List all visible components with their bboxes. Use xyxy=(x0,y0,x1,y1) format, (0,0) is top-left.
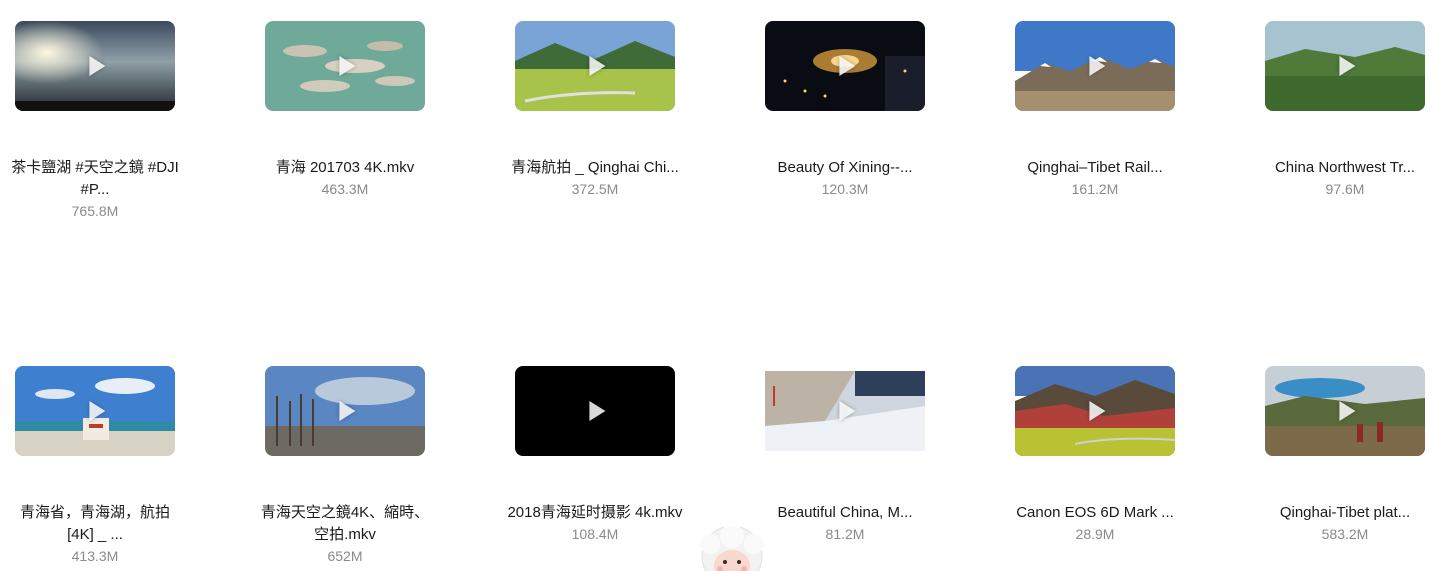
video-card[interactable]: 青海天空之鏡4K、縮時、空拍.mkv 652M xyxy=(250,366,440,564)
file-size: 583.2M xyxy=(1321,526,1369,542)
video-card[interactable]: 青海 201703 4K.mkv 463.3M xyxy=(250,21,440,197)
video-thumbnail[interactable] xyxy=(265,366,425,456)
file-size: 161.2M xyxy=(1071,181,1119,197)
video-thumbnail[interactable] xyxy=(765,366,925,456)
play-icon xyxy=(1339,401,1356,421)
play-icon xyxy=(1339,56,1356,76)
video-card[interactable]: Beautiful China, M... 81.2M xyxy=(750,366,940,542)
video-thumbnail[interactable] xyxy=(515,21,675,111)
video-card[interactable]: Canon EOS 6D Mark ... 28.9M xyxy=(1000,366,1190,542)
play-icon xyxy=(589,401,606,421)
video-card[interactable]: 青海航拍 _ Qinghai Chi... 372.5M xyxy=(500,21,690,197)
video-thumbnail[interactable] xyxy=(515,366,675,456)
video-title: China Northwest Tr... xyxy=(1274,159,1416,176)
file-size: 120.3M xyxy=(821,181,869,197)
video-thumbnail[interactable] xyxy=(765,21,925,111)
video-title: 青海 201703 4K.mkv xyxy=(275,159,415,176)
video-card[interactable]: 茶卡鹽湖 #天空之鏡 #DJI #P... 765.8M xyxy=(0,21,190,219)
file-size: 765.8M xyxy=(71,203,119,219)
video-card[interactable]: 2018青海延时摄影 4k.mkv 108.4M xyxy=(500,366,690,542)
video-card[interactable]: Qinghai-Tibet plat... 583.2M xyxy=(1250,366,1440,542)
play-icon xyxy=(1089,401,1106,421)
play-icon xyxy=(1089,56,1106,76)
video-card[interactable]: 青海省，青海湖，航拍 [4K] _ ... 413.3M xyxy=(0,366,190,564)
video-thumbnail[interactable] xyxy=(1265,21,1425,111)
file-size: 372.5M xyxy=(571,181,619,197)
play-icon xyxy=(339,56,356,76)
sheep-mascot-icon[interactable] xyxy=(690,526,774,571)
play-icon xyxy=(839,56,856,76)
video-title: Canon EOS 6D Mark ... xyxy=(1016,504,1174,521)
video-thumbnail[interactable] xyxy=(1015,21,1175,111)
file-size: 28.9M xyxy=(1075,526,1115,542)
play-icon xyxy=(339,401,356,421)
play-icon xyxy=(89,401,106,421)
video-grid: 茶卡鹽湖 #天空之鏡 #DJI #P... 765.8M 青海 201703 4… xyxy=(0,0,1448,571)
video-title: 青海航拍 _ Qinghai Chi... xyxy=(511,159,679,176)
video-title: 茶卡鹽湖 #天空之鏡 #DJI #P... xyxy=(11,159,179,198)
file-size: 652M xyxy=(327,548,363,564)
video-title: 青海天空之鏡4K、縮時、空拍.mkv xyxy=(260,504,430,543)
video-card[interactable]: Qinghai–Tibet Rail... 161.2M xyxy=(1000,21,1190,197)
video-thumbnail[interactable] xyxy=(15,366,175,456)
video-card[interactable]: Beauty Of Xining--... 120.3M xyxy=(750,21,940,197)
play-icon xyxy=(589,56,606,76)
file-size: 463.3M xyxy=(321,181,369,197)
video-card[interactable]: China Northwest Tr... 97.6M xyxy=(1250,21,1440,197)
video-title: 2018青海延时摄影 4k.mkv xyxy=(507,504,683,521)
file-size: 108.4M xyxy=(571,526,619,542)
file-size: 81.2M xyxy=(825,526,865,542)
video-thumbnail[interactable] xyxy=(1265,366,1425,456)
play-icon xyxy=(839,401,856,421)
play-icon xyxy=(89,56,106,76)
video-title: Beauty Of Xining--... xyxy=(777,159,913,176)
video-thumbnail[interactable] xyxy=(1015,366,1175,456)
video-title: Qinghai–Tibet Rail... xyxy=(1027,159,1163,176)
video-title: Qinghai-Tibet plat... xyxy=(1279,504,1411,521)
file-size: 413.3M xyxy=(71,548,119,564)
video-thumbnail[interactable] xyxy=(265,21,425,111)
video-thumbnail[interactable] xyxy=(15,21,175,111)
video-title: 青海省，青海湖，航拍 [4K] _ ... xyxy=(19,504,170,543)
video-title: Beautiful China, M... xyxy=(777,504,913,521)
file-size: 97.6M xyxy=(1325,181,1365,197)
